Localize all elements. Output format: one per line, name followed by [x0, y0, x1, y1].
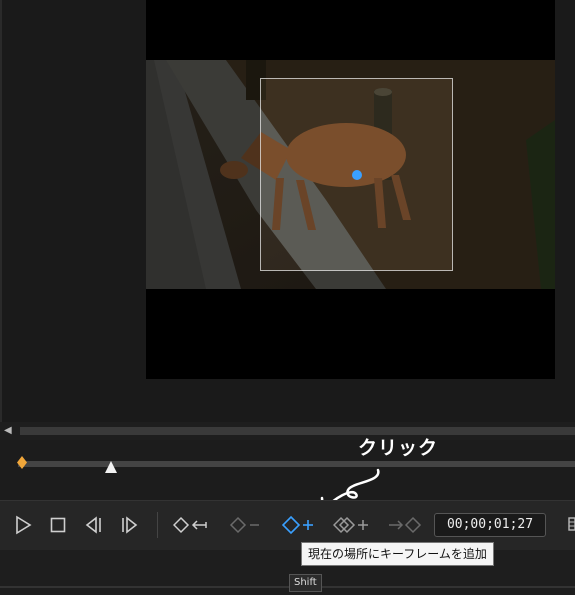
- scroll-left-arrow-icon[interactable]: ◀: [4, 424, 16, 438]
- add-keyframe-icon: [282, 515, 313, 535]
- crop-center-handle[interactable]: [352, 170, 362, 180]
- shortcut-hint: Shift: [289, 574, 322, 592]
- previous-frame-icon: [85, 516, 101, 534]
- next-keyframe-button[interactable]: [385, 511, 425, 539]
- playhead-icon[interactable]: [104, 460, 118, 474]
- panel-toggle-icon[interactable]: [566, 516, 575, 532]
- add-keyframe-button[interactable]: [281, 511, 317, 539]
- stop-button[interactable]: [44, 511, 72, 539]
- stop-icon: [50, 517, 66, 533]
- remove-keyframe-button[interactable]: [228, 511, 264, 539]
- next-frame-icon: [122, 516, 138, 534]
- timecode-display[interactable]: 00;00;01;27: [434, 513, 546, 537]
- go-to-next-keyframe-icon: [389, 516, 422, 534]
- annotation-click-label: クリック: [358, 437, 439, 459]
- crop-mask-top: [260, 60, 453, 78]
- bottom-divider: [0, 586, 575, 588]
- crop-mask-bottom: [260, 271, 453, 289]
- duplicate-keyframe-icon: [333, 516, 368, 534]
- timeline-track[interactable]: [18, 461, 575, 467]
- play-button[interactable]: [9, 511, 37, 539]
- crop-mask-right: [453, 60, 555, 289]
- keyframe-timeline[interactable]: [0, 440, 575, 498]
- remove-keyframe-icon: [229, 516, 259, 534]
- previous-keyframe-button[interactable]: [172, 511, 210, 539]
- duplicate-keyframe-button[interactable]: [332, 511, 372, 539]
- preview-left-edge: [0, 0, 2, 422]
- add-keyframe-tooltip: 現在の場所にキーフレームを追加: [301, 542, 494, 566]
- previous-frame-button[interactable]: [80, 511, 108, 539]
- keyframe-marker-icon[interactable]: [17, 456, 27, 469]
- toolbar-separator: [157, 512, 158, 538]
- go-to-previous-keyframe-icon: [173, 516, 207, 534]
- play-icon: [16, 515, 32, 535]
- next-frame-button[interactable]: [115, 511, 143, 539]
- crop-mask-left: [146, 60, 260, 289]
- scrollbar-track[interactable]: [20, 427, 575, 435]
